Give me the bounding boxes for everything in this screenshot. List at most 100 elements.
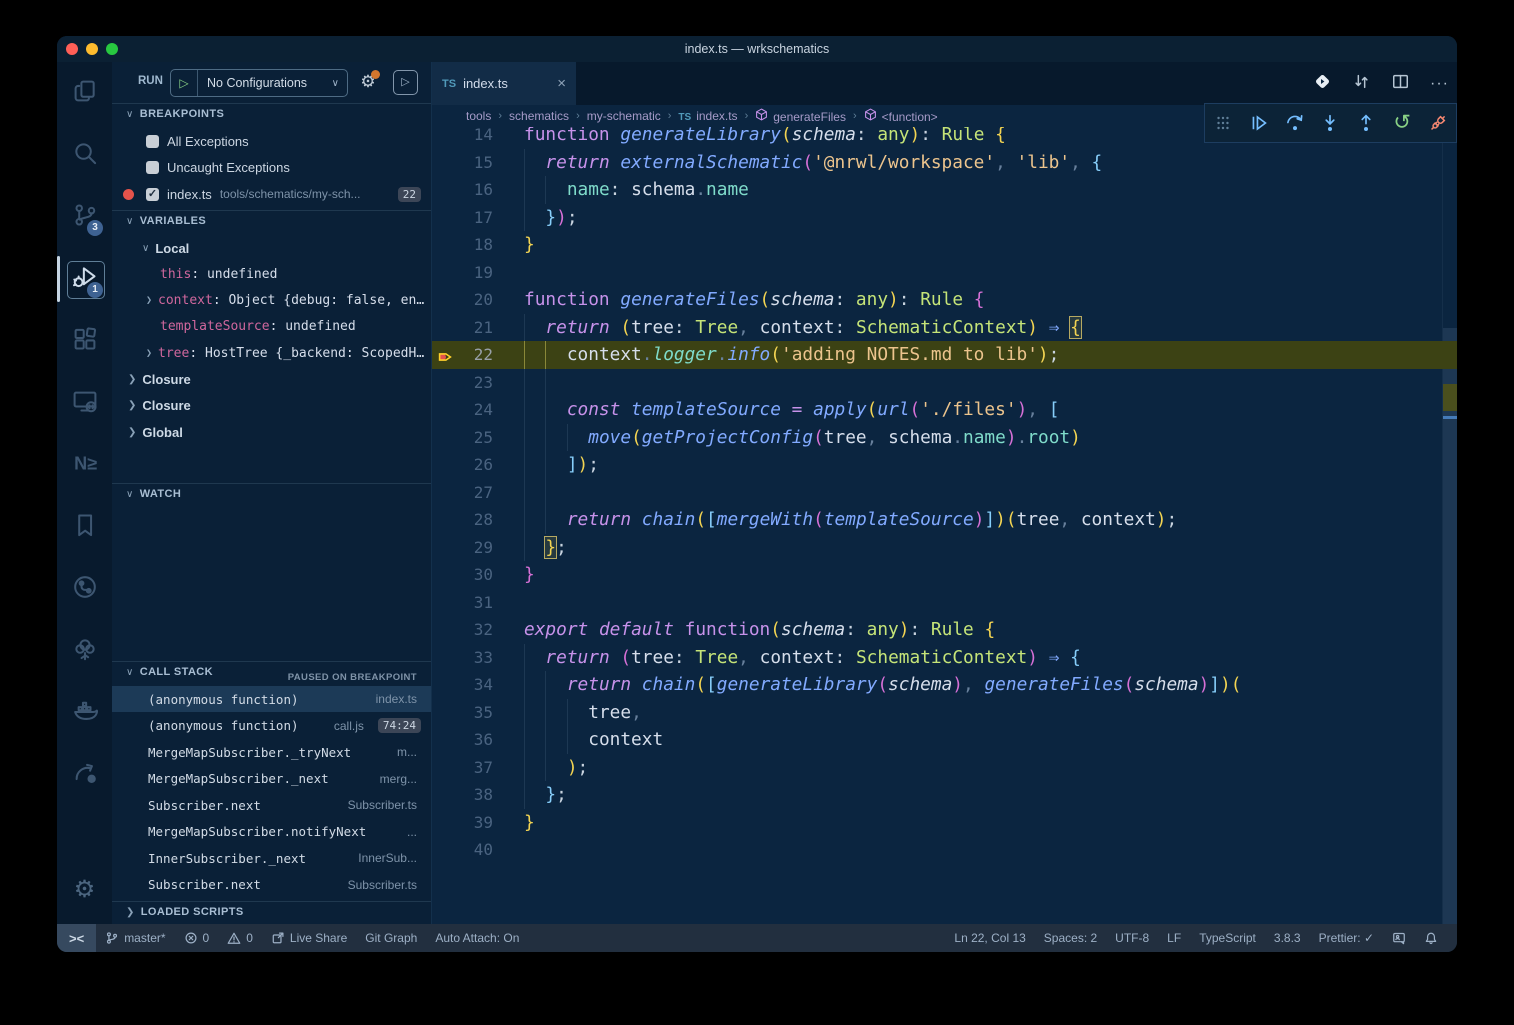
code-line[interactable]: 32export default function(schema: any): … [432,616,1457,644]
code-area[interactable]: 14function generateLibrary(schema: any):… [432,121,1457,864]
call-stack-header[interactable]: ∨CALL STACK [126,666,213,678]
call-stack-frame[interactable]: MergeMapSubscriber._tryNextm... [112,739,431,765]
gutter[interactable]: 32 [432,616,524,644]
code-line[interactable]: 39} [432,809,1457,837]
code-line[interactable]: 20function generateFiles(schema: any): R… [432,286,1457,314]
status-ts-version[interactable]: 3.8.3 [1265,924,1310,952]
code-line[interactable]: 31 [432,589,1457,617]
breadcrumb-item[interactable]: TSindex.ts [678,109,737,123]
breakpoint-item[interactable]: ✓index.tstools/schematics/my-sch...22 [112,181,431,207]
code-line[interactable]: 30} [432,561,1457,589]
breadcrumb-item[interactable]: my-schematic [587,109,661,123]
code-line[interactable]: 18} [432,231,1457,259]
breakpoints-header[interactable]: ∨BREAKPOINTS [126,108,224,120]
status-remote-indicator[interactable]: >< [57,924,96,952]
status-language-mode[interactable]: TypeScript [1190,924,1265,952]
code-line[interactable]: 26 ]); [432,451,1457,479]
code-line[interactable]: 19 [432,259,1457,287]
open-changes-icon[interactable] [1313,72,1332,96]
gutter[interactable]: 31 [432,589,524,617]
gutter[interactable]: 21 [432,314,524,342]
activity-item-search[interactable] [57,124,112,186]
code-line[interactable]: 27 [432,479,1457,507]
step-into-icon[interactable] [1319,112,1341,134]
code-line[interactable]: 36 context [432,726,1457,754]
activity-item-nx-console[interactable]: N≥ [57,434,112,496]
variables-scope[interactable]: ❯Global [112,419,431,445]
launch-config-dropdown[interactable]: ▷ No Configurations ∨ [170,69,348,97]
variable-item[interactable]: templateSource: undefined [112,314,431,340]
activity-item-explorer[interactable] [57,62,112,124]
activity-item-bookmarks[interactable] [57,496,112,558]
status-notifications[interactable] [1415,924,1447,952]
status-indentation[interactable]: Spaces: 2 [1035,924,1106,952]
code-line[interactable]: 25 move(getProjectConfig(tree, schema.na… [432,424,1457,452]
call-stack-frame[interactable]: (anonymous function)call.js74:24 [112,713,431,739]
gutter[interactable]: 30 [432,561,524,589]
gutter[interactable]: 16 [432,176,524,204]
restart-icon[interactable]: ↺ [1391,112,1413,134]
gutter[interactable]: 39 [432,809,524,837]
activity-item-git-graph[interactable] [57,558,112,620]
gutter[interactable]: 35 [432,699,524,727]
call-stack-frame[interactable]: MergeMapSubscriber.notifyNext... [112,819,431,845]
gutter[interactable]: 38 [432,781,524,809]
code-line[interactable]: 33 return (tree: Tree, context: Schemati… [432,644,1457,672]
activity-item-live-share[interactable] [57,744,112,806]
breakpoint-checkbox[interactable] [146,135,159,148]
gutter[interactable]: 36 [432,726,524,754]
call-stack-frame[interactable]: Subscriber.nextSubscriber.ts [112,792,431,818]
step-over-icon[interactable] [1284,112,1306,134]
code-line[interactable]: 38 }; [432,781,1457,809]
variables-scope[interactable]: ❯Closure [112,367,431,393]
watch-header[interactable]: ∨WATCH [126,488,181,500]
breadcrumb-item[interactable]: tools [466,109,491,123]
status-feedback[interactable] [1383,924,1415,952]
more-actions-icon[interactable]: ··· [1430,75,1449,93]
activity-item-run-debug[interactable]: 1 [57,248,112,310]
activity-item-extensions[interactable] [57,310,112,372]
gutter[interactable]: 27 [432,479,524,507]
code-line[interactable]: 29 }; [432,534,1457,562]
configure-gear-button[interactable]: ⚙ [355,69,381,95]
call-stack-frame[interactable]: MergeMapSubscriber._nextmerg... [112,766,431,792]
tab-index-ts[interactable]: TS index.ts × [432,62,576,105]
code-line[interactable]: 23 [432,369,1457,397]
status-eol[interactable]: LF [1158,924,1190,952]
gutter[interactable]: 18 [432,231,524,259]
code-line[interactable]: 21 return (tree: Tree, context: Schemati… [432,314,1457,342]
code-line[interactable]: 24 const templateSource = apply(url('./f… [432,396,1457,424]
variable-item[interactable]: ❯context: Object {debug: false, en… [112,288,431,314]
gutter[interactable]: 23 [432,369,524,397]
continue-icon[interactable] [1248,112,1270,134]
breadcrumb-item[interactable]: <function> [864,108,938,124]
gutter[interactable]: 19 [432,259,524,287]
call-stack-frame[interactable]: InnerSubscriber._nextInnerSub... [112,845,431,871]
debug-console-button[interactable]: ▷ [393,70,418,95]
activity-item-source-control[interactable]: 3 [57,186,112,248]
loaded-scripts-header[interactable]: ❯LOADED SCRIPTS [126,906,244,918]
code-line[interactable]: 22 context.logger.info('adding NOTES.md … [432,341,1457,369]
gutter[interactable]: 29 [432,534,524,562]
close-tab-icon[interactable]: × [557,75,566,92]
code-line[interactable]: 15 return externalSchematic('@nrwl/works… [432,149,1457,177]
gutter[interactable]: 37 [432,754,524,782]
code-line[interactable]: 28 return chain([mergeWith(templateSourc… [432,506,1457,534]
code-line[interactable]: 35 tree, [432,699,1457,727]
code-line[interactable]: 40 [432,836,1457,864]
gutter[interactable]: 28 [432,506,524,534]
activity-item-remote-explorer[interactable] [57,372,112,434]
start-debug-icon[interactable]: ▷ [171,70,198,96]
gutter[interactable]: 20 [432,286,524,314]
breakpoint-checkbox[interactable]: ✓ [146,188,159,201]
gutter[interactable]: 34 [432,671,524,699]
gutter[interactable]: 40 [432,836,524,864]
variable-item[interactable]: this: undefined [112,261,431,287]
status-git-graph[interactable]: Git Graph [356,924,426,952]
status-encoding[interactable]: UTF-8 [1106,924,1158,952]
gutter[interactable]: 24 [432,396,524,424]
breakpoint-checkbox[interactable] [146,161,159,174]
split-editor-icon[interactable] [1391,72,1410,96]
status-cursor-position[interactable]: Ln 22, Col 13 [945,924,1034,952]
gutter[interactable]: 25 [432,424,524,452]
